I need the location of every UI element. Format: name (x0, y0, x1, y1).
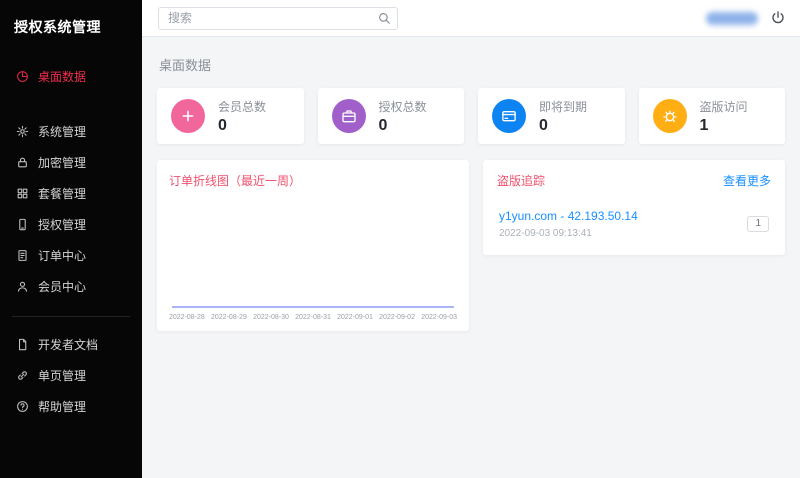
stat-card-auth-total: 授权总数 0 (318, 88, 465, 144)
sidebar-item-help[interactable]: 帮助管理 (0, 391, 142, 422)
document-icon (16, 338, 29, 351)
stat-label: 盗版访问 (700, 98, 748, 115)
piracy-tracking-panel: 盗版追踪 查看更多 y1yun.com - 42.193.50.14 2022-… (483, 160, 785, 255)
sidebar-item-members[interactable]: 会员中心 (0, 271, 142, 302)
pie-chart-icon (16, 70, 29, 83)
sidebar-item-authorization[interactable]: 授权管理 (0, 209, 142, 240)
stat-card-members-total: 会员总数 0 (157, 88, 304, 144)
panels-row: 订单折线图（最近一周） 2022-08-282022-08-292022-08-… (157, 160, 785, 331)
topbar (142, 0, 800, 37)
piracy-entry-count-badge: 1 (747, 216, 769, 232)
sidebar-item-label: 订单中心 (38, 247, 86, 264)
sidebar-item-label: 帮助管理 (38, 398, 86, 415)
sidebar-item-developer-docs[interactable]: 开发者文档 (0, 329, 142, 360)
stat-value: 1 (700, 117, 748, 135)
piracy-panel-title: 盗版追踪 (497, 172, 545, 189)
stat-value: 0 (379, 117, 427, 135)
sidebar-item-encryption[interactable]: 加密管理 (0, 147, 142, 178)
main-content: 桌面数据 会员总数 0 授权总数 0 (142, 37, 800, 478)
sidebar-item-label: 授权管理 (38, 216, 86, 233)
order-icon (16, 249, 29, 262)
search-icon[interactable] (377, 11, 391, 25)
chart-panel-title: 订单折线图（最近一周） (169, 172, 457, 189)
x-tick-label: 2022-08-28 (169, 314, 205, 321)
search-box (158, 7, 398, 30)
sidebar-item-label: 加密管理 (38, 154, 86, 171)
stat-label: 授权总数 (379, 98, 427, 115)
stat-label: 即将到期 (539, 98, 587, 115)
x-tick-label: 2022-08-29 (211, 314, 247, 321)
lock-icon (16, 156, 29, 169)
order-line-chart-panel: 订单折线图（最近一周） 2022-08-282022-08-292022-08-… (157, 160, 469, 331)
mobile-icon (16, 218, 29, 231)
menu-divider (12, 316, 130, 317)
package-icon (16, 187, 29, 200)
x-tick-label: 2022-08-30 (253, 314, 289, 321)
power-icon[interactable] (770, 10, 786, 26)
gear-icon (16, 125, 29, 138)
app-window: 授权系统管理 桌面数据 系统管理 加密管理 套餐管理 授权管理 (0, 0, 800, 478)
piracy-panel-header: 盗版追踪 查看更多 (497, 172, 771, 189)
stat-value: 0 (218, 117, 266, 135)
line-chart-canvas (169, 199, 457, 311)
piracy-entry-row: y1yun.com - 42.193.50.14 2022-09-03 09:1… (497, 205, 771, 241)
sidebar-item-orders[interactable]: 订单中心 (0, 240, 142, 271)
briefcase-icon (332, 99, 366, 133)
user-icon (16, 280, 29, 293)
piracy-entry-site-link[interactable]: y1yun.com - 42.193.50.14 (499, 209, 638, 223)
order-line-chart: 2022-08-28 2022-08-29 2022-08-30 2022-08-31… (169, 199, 457, 321)
sidebar-item-single-page[interactable]: 单页管理 (0, 360, 142, 391)
sidebar-item-label: 系统管理 (38, 123, 86, 140)
user-account-redacted[interactable] (706, 12, 758, 25)
x-axis-tick-labels: 2022-08-28 2022-08-29 2022-08-30 2022-08-31… (169, 314, 457, 321)
link-icon (16, 369, 29, 382)
app-title: 授权系统管理 (0, 0, 142, 51)
x-tick-label: 2022-09-02 (379, 314, 415, 321)
view-more-link[interactable]: 查看更多 (723, 172, 771, 189)
sidebar-item-label: 套餐管理 (38, 185, 86, 202)
x-tick-label: 2022-09-01 (337, 314, 373, 321)
bug-icon (653, 99, 687, 133)
plus-icon (171, 99, 205, 133)
stat-card-expiring-soon: 即将到期 0 (478, 88, 625, 144)
piracy-entry-info: y1yun.com - 42.193.50.14 2022-09-03 09:1… (499, 209, 638, 239)
sidebar-item-label: 会员中心 (38, 278, 86, 295)
stats-row: 会员总数 0 授权总数 0 即将到期 0 (157, 88, 785, 144)
sidebar-item-label: 开发者文档 (38, 336, 98, 353)
sidebar-item-desktop-data[interactable]: 桌面数据 (0, 61, 142, 92)
stat-card-piracy-visits: 盗版访问 1 (639, 88, 786, 144)
stat-label: 会员总数 (218, 98, 266, 115)
sidebar-menu: 桌面数据 系统管理 加密管理 套餐管理 授权管理 订单中心 (0, 51, 142, 422)
topbar-right (706, 10, 786, 26)
sidebar: 授权系统管理 桌面数据 系统管理 加密管理 套餐管理 授权管理 (0, 0, 142, 478)
x-tick-label: 2022-09-03 (421, 314, 457, 321)
sidebar-item-packages[interactable]: 套餐管理 (0, 178, 142, 209)
help-icon (16, 400, 29, 413)
section-title: 桌面数据 (159, 55, 785, 74)
piracy-entry-timestamp: 2022-09-03 09:13:41 (499, 228, 638, 239)
stat-value: 0 (539, 117, 587, 135)
sidebar-item-system[interactable]: 系统管理 (0, 116, 142, 147)
card-icon (492, 99, 526, 133)
sidebar-item-label: 单页管理 (38, 367, 86, 384)
x-tick-label: 2022-08-31 (295, 314, 331, 321)
search-input[interactable] (158, 7, 398, 30)
sidebar-item-label: 桌面数据 (38, 68, 86, 85)
